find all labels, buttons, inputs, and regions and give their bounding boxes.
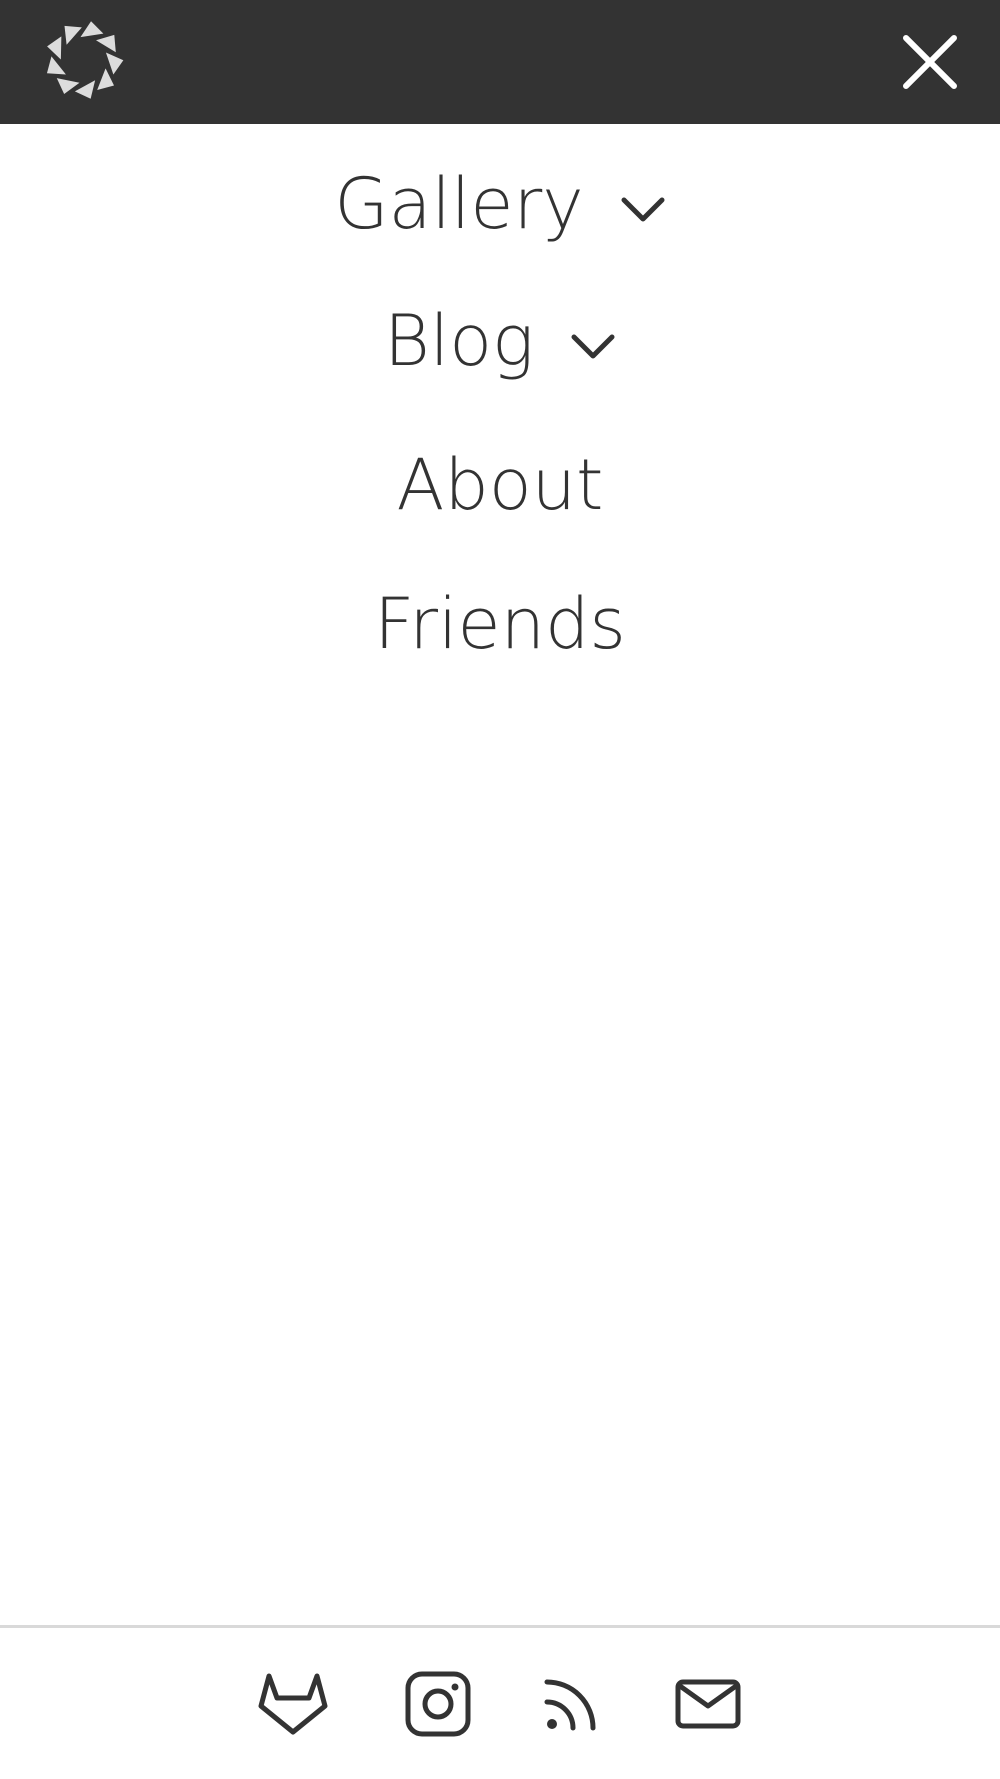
nav-item-label: Friends [374,583,626,665]
aperture-logo-icon[interactable] [40,16,128,104]
nav-item-gallery[interactable]: Gallery [0,149,1000,259]
chevron-down-icon[interactable] [570,331,616,361]
rss-icon[interactable] [535,1666,611,1742]
instagram-icon[interactable] [400,1666,476,1742]
nav-item-about[interactable]: About [0,430,1000,540]
chevron-down-icon[interactable] [620,194,666,224]
nav-item-friends[interactable]: Friends [0,569,1000,679]
nav-item-label: Blog [383,300,535,382]
close-menu-button[interactable] [898,30,962,94]
footer-divider [0,1625,1000,1628]
gitlab-icon[interactable] [255,1666,331,1742]
top-bar [0,0,1000,124]
close-icon [903,35,957,89]
nav-item-blog[interactable]: Blog [0,286,1000,396]
nav-item-label: About [396,444,604,526]
mail-icon[interactable] [670,1666,746,1742]
nav-item-label: Gallery [334,163,584,245]
